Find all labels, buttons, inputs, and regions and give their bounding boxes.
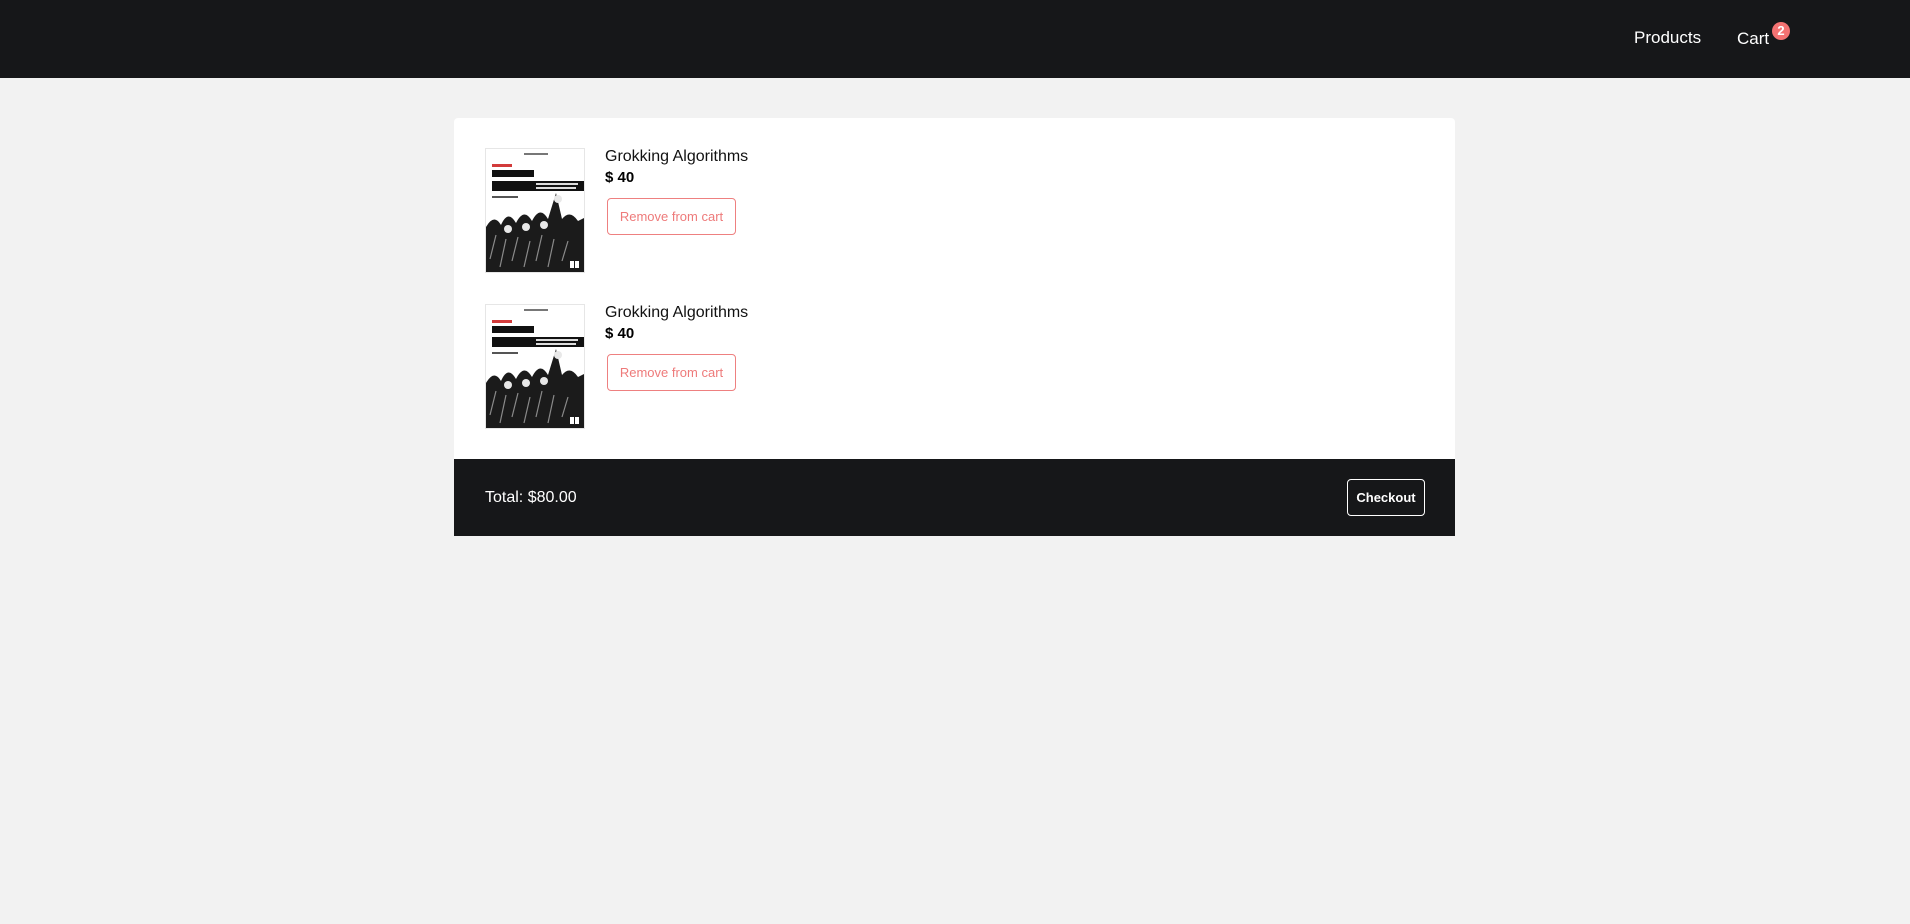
book-cover-image bbox=[485, 148, 585, 273]
item-title: Grokking Algorithms bbox=[605, 148, 749, 165]
cart-total: Total: $80.00 bbox=[485, 489, 577, 506]
item-price: $ 40 bbox=[605, 169, 635, 186]
cart-footer: Total: $80.00 Checkout bbox=[454, 459, 1455, 536]
item-title: Grokking Algorithms bbox=[605, 304, 749, 321]
top-navbar: Products Cart 2 bbox=[0, 0, 1910, 78]
nav-products-link[interactable]: Products bbox=[1634, 28, 1701, 48]
book-cover-image bbox=[485, 304, 585, 429]
cart-item: Grokking Algorithms $ 40 Remove from car… bbox=[485, 304, 985, 430]
item-price: $ 40 bbox=[605, 325, 635, 342]
cart-item: Grokking Algorithms $ 40 Remove from car… bbox=[485, 148, 985, 274]
nav-cart-link[interactable]: Cart bbox=[1737, 29, 1769, 49]
cart-panel: Grokking Algorithms $ 40 Remove from car… bbox=[454, 118, 1455, 536]
checkout-button[interactable]: Checkout bbox=[1347, 479, 1425, 516]
remove-from-cart-button[interactable]: Remove from cart bbox=[607, 198, 736, 235]
remove-from-cart-button[interactable]: Remove from cart bbox=[607, 354, 736, 391]
cart-count-badge: 2 bbox=[1772, 22, 1790, 40]
